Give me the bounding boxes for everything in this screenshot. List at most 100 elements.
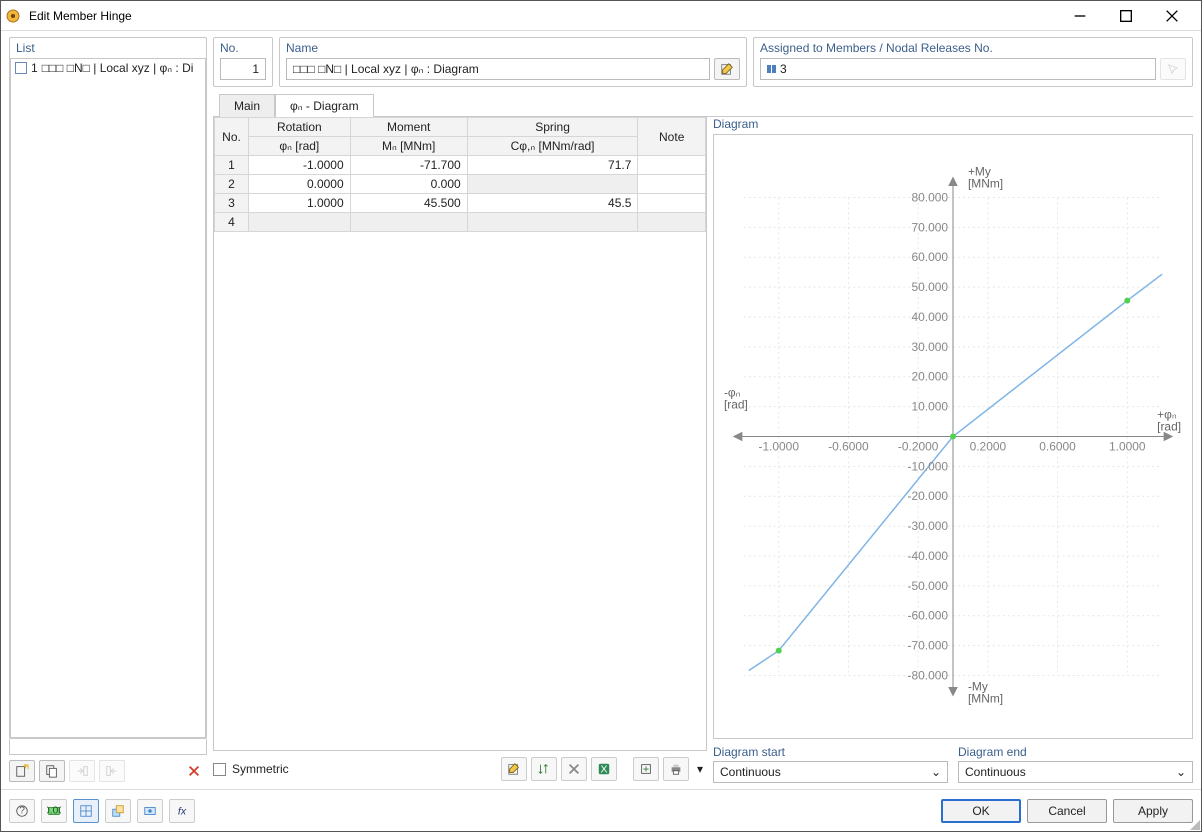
cell-rotation[interactable]: 1.0000 bbox=[249, 194, 351, 213]
delete-row-button[interactable] bbox=[561, 757, 587, 781]
svg-text:[MNm]: [MNm] bbox=[968, 177, 1003, 191]
copy-item-button[interactable] bbox=[39, 760, 65, 782]
list-item[interactable]: 1 □□□ □N□ | Local xyz | φₙ : Di bbox=[11, 59, 205, 77]
cell-spring[interactable] bbox=[467, 213, 638, 232]
cell-note[interactable] bbox=[638, 156, 706, 175]
import-button[interactable] bbox=[633, 757, 659, 781]
table-row[interactable]: 4 bbox=[215, 213, 706, 232]
table-wrap: No. Rotation Moment Spring Note φₙ [rad]… bbox=[213, 117, 707, 783]
maximize-button[interactable] bbox=[1105, 1, 1151, 31]
svg-text:[rad]: [rad] bbox=[724, 398, 748, 412]
apply-button[interactable]: Apply bbox=[1113, 799, 1193, 823]
units-button[interactable]: 0.00 bbox=[41, 799, 67, 823]
window: Edit Member Hinge List 1 □□□ □N□ | Local… bbox=[0, 0, 1202, 832]
cell-moment[interactable]: -71.700 bbox=[350, 156, 467, 175]
diagram-svg: +My [MNm] -My [MNm] +φₙ [rad] -φₙ [rad] bbox=[714, 135, 1192, 738]
col-note: Note bbox=[638, 118, 706, 156]
diagram-end-label: Diagram end bbox=[958, 745, 1193, 759]
data-table: No. Rotation Moment Spring Note φₙ [rad]… bbox=[214, 117, 706, 232]
tab-body: No. Rotation Moment Spring Note φₙ [rad]… bbox=[213, 117, 1193, 783]
cell-note[interactable] bbox=[638, 175, 706, 194]
svg-text:0.6000: 0.6000 bbox=[1039, 439, 1076, 453]
cell-no: 3 bbox=[215, 194, 249, 213]
function-button[interactable]: fx bbox=[169, 799, 195, 823]
col-moment-top: Moment bbox=[350, 118, 467, 137]
footer: ? 0.00 fx OK Cancel Apply bbox=[1, 789, 1201, 831]
main-row: List 1 □□□ □N□ | Local xyz | φₙ : Di bbox=[9, 37, 1193, 783]
svg-text:[rad]: [rad] bbox=[1157, 420, 1181, 434]
symmetric-checkbox[interactable]: Symmetric bbox=[213, 762, 289, 776]
close-button[interactable] bbox=[1151, 1, 1197, 31]
view-button[interactable] bbox=[73, 799, 99, 823]
cell-rotation[interactable] bbox=[249, 213, 351, 232]
list-panel: List 1 □□□ □N□ | Local xyz | φₙ : Di bbox=[9, 37, 207, 783]
list-body[interactable]: 1 □□□ □N□ | Local xyz | φₙ : Di bbox=[10, 58, 206, 738]
col-spring-top: Spring bbox=[467, 118, 638, 137]
svg-text:?: ? bbox=[19, 804, 25, 816]
cell-spring[interactable] bbox=[467, 175, 638, 194]
diagram-end-dropdown[interactable]: Continuous ⌄ bbox=[958, 761, 1193, 783]
edit-row-button[interactable] bbox=[501, 757, 527, 781]
no-field[interactable]: 1 bbox=[220, 58, 266, 80]
assigned-field[interactable]: 3 bbox=[760, 58, 1156, 80]
cell-moment[interactable]: 0.000 bbox=[350, 175, 467, 194]
svg-text:X: X bbox=[600, 764, 607, 776]
table-scroll[interactable]: No. Rotation Moment Spring Note φₙ [rad]… bbox=[213, 117, 707, 751]
tab-diagram[interactable]: φₙ - Diagram bbox=[275, 94, 374, 117]
list-horizontal-scrollbar[interactable] bbox=[9, 739, 207, 755]
table-row[interactable]: 2 0.0000 0.000 bbox=[215, 175, 706, 194]
svg-text:50.000: 50.000 bbox=[912, 280, 949, 294]
sort-button[interactable] bbox=[531, 757, 557, 781]
col-spring-sub: Cφ,ₙ [MNm/rad] bbox=[467, 137, 638, 156]
print-dropdown-button[interactable]: ▾ bbox=[693, 757, 707, 781]
diagram-controls: Diagram start Continuous ⌄ Diagram end C… bbox=[713, 745, 1193, 783]
svg-text:-60.000: -60.000 bbox=[908, 609, 949, 623]
svg-text:70.000: 70.000 bbox=[912, 220, 949, 234]
svg-text:-50.000: -50.000 bbox=[908, 579, 949, 593]
preview-button[interactable] bbox=[137, 799, 163, 823]
cancel-button[interactable]: Cancel bbox=[1027, 799, 1107, 823]
diagram-end-value: Continuous bbox=[965, 765, 1026, 779]
diagram-start-label: Diagram start bbox=[713, 745, 948, 759]
list-label: List bbox=[10, 41, 206, 55]
table-row[interactable]: 1 -1.0000 -71.700 71.7 bbox=[215, 156, 706, 175]
cell-moment[interactable]: 45.500 bbox=[350, 194, 467, 213]
exclude-button bbox=[99, 760, 125, 782]
layers-button[interactable] bbox=[105, 799, 131, 823]
table-row[interactable]: 3 1.0000 45.500 45.5 bbox=[215, 194, 706, 213]
cell-rotation[interactable]: 0.0000 bbox=[249, 175, 351, 194]
tab-main[interactable]: Main bbox=[219, 94, 275, 117]
svg-text:0.2000: 0.2000 bbox=[970, 439, 1007, 453]
resize-handle[interactable] bbox=[1190, 820, 1200, 830]
excel-button[interactable]: X bbox=[591, 757, 617, 781]
cell-moment[interactable] bbox=[350, 213, 467, 232]
delete-item-button[interactable] bbox=[181, 760, 207, 782]
new-item-button[interactable] bbox=[9, 760, 35, 782]
name-field[interactable]: □□□ □N□ | Local xyz | φₙ : Diagram bbox=[286, 58, 710, 80]
cell-spring[interactable]: 45.5 bbox=[467, 194, 638, 213]
help-button[interactable]: ? bbox=[9, 799, 35, 823]
svg-text:40.000: 40.000 bbox=[912, 310, 949, 324]
diagram-area[interactable]: +My [MNm] -My [MNm] +φₙ [rad] -φₙ [rad] bbox=[713, 134, 1193, 739]
ok-button[interactable]: OK bbox=[941, 799, 1021, 823]
print-button[interactable] bbox=[663, 757, 689, 781]
edit-name-button[interactable] bbox=[714, 58, 740, 80]
pick-member-button bbox=[1160, 58, 1186, 80]
no-panel: No. 1 bbox=[213, 37, 273, 87]
list-item-checkbox[interactable] bbox=[15, 62, 27, 74]
svg-text:-1.0000: -1.0000 bbox=[758, 439, 799, 453]
col-rotation-top: Rotation bbox=[249, 118, 351, 137]
diagram-end-group: Diagram end Continuous ⌄ bbox=[958, 745, 1193, 783]
cell-rotation[interactable]: -1.0000 bbox=[249, 156, 351, 175]
content: List 1 □□□ □N□ | Local xyz | φₙ : Di bbox=[1, 31, 1201, 789]
cell-note[interactable] bbox=[638, 194, 706, 213]
col-moment-sub: Mₙ [MNm] bbox=[350, 137, 467, 156]
right-column: No. 1 Name □□□ □N□ | Local xyz | φₙ : Di… bbox=[213, 37, 1193, 783]
cell-no: 1 bbox=[215, 156, 249, 175]
minimize-button[interactable] bbox=[1059, 1, 1105, 31]
cell-spring[interactable]: 71.7 bbox=[467, 156, 638, 175]
cell-note[interactable] bbox=[638, 213, 706, 232]
col-no: No. bbox=[215, 118, 249, 156]
chevron-down-icon: ⌄ bbox=[931, 765, 941, 779]
diagram-start-dropdown[interactable]: Continuous ⌄ bbox=[713, 761, 948, 783]
